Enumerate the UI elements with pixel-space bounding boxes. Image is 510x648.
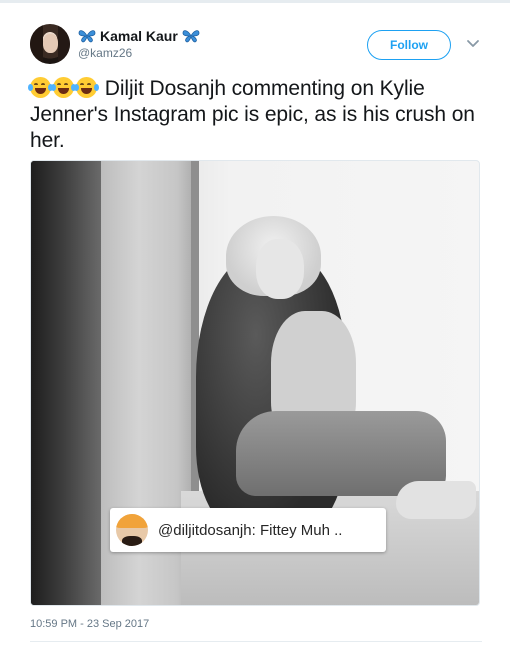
tears-of-joy-icon [28,77,53,98]
follow-button[interactable]: Follow [367,30,451,60]
tears-of-joy-icon [51,77,76,98]
user-handle[interactable]: @kamz26 [78,46,132,60]
tweet-photo[interactable]: @diljitdosanjh: Fittey Muh .. [30,160,480,606]
tweet-text: Diljit Dosanjh commenting on Kylie Jenne… [28,76,482,154]
user-avatar[interactable] [30,24,70,64]
top-divider [0,0,510,3]
tweet-header: Kamal Kaur @kamz26 Follow [30,22,485,66]
tweet-timestamp[interactable]: 10:59 PM - 23 Sep 2017 [30,618,149,630]
instagram-comment-overlay: @diljitdosanjh: Fittey Muh .. [110,508,386,552]
commenter-avatar [116,514,148,546]
display-name-row[interactable]: Kamal Kaur [78,27,200,45]
comment-text: @diljitdosanjh: Fittey Muh .. [158,521,343,539]
butterfly-icon [182,30,200,43]
chevron-down-icon[interactable] [466,38,480,50]
display-name[interactable]: Kamal Kaur [100,28,178,44]
tears-of-joy-icon [74,77,99,98]
photo-wall-shadow [31,161,101,605]
bottom-divider [30,641,482,642]
butterfly-icon [78,30,96,43]
